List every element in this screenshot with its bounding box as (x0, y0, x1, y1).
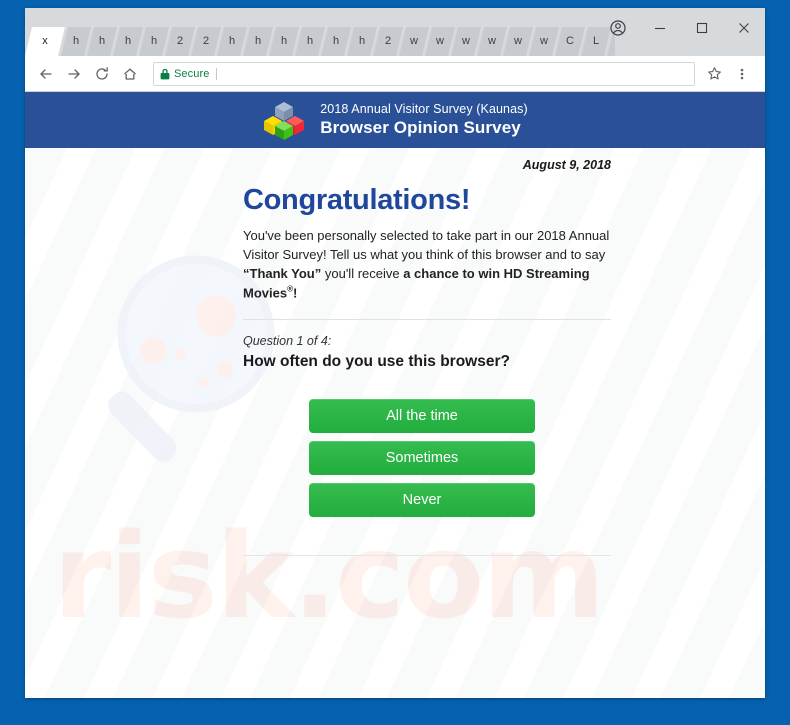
question-counter: Question 1 of 4: (243, 333, 332, 348)
tab-label: h (306, 35, 314, 47)
tab[interactable]: 2 (191, 27, 221, 56)
tab-label: 2 (384, 35, 392, 47)
tab[interactable]: w (399, 27, 429, 56)
desktop-background: xhhhh22hhhhhh2wwwwwwCLGRLGLT (0, 0, 790, 725)
back-icon[interactable] (33, 61, 59, 87)
lock-icon (160, 68, 170, 80)
reload-icon[interactable] (89, 61, 115, 87)
tab-label: x (42, 35, 48, 47)
home-icon[interactable] (117, 61, 143, 87)
maximize-button[interactable] (681, 11, 723, 45)
tab-label: w (436, 35, 444, 47)
tab[interactable]: h (139, 27, 169, 56)
tab[interactable]: C (555, 27, 585, 56)
intro-text-part3: ! (292, 284, 298, 300)
tab[interactable]: h (217, 27, 247, 56)
tab[interactable]: h (113, 27, 143, 56)
tab[interactable]: h (347, 27, 377, 56)
tab-label: h (332, 35, 340, 47)
tab-label: h (280, 35, 288, 47)
tab[interactable]: w (425, 27, 455, 56)
tab-active[interactable]: x (25, 27, 65, 56)
tab-label: 2 (176, 35, 184, 47)
tab[interactable]: w (451, 27, 481, 56)
question-text: How often do you use this browser? (243, 352, 510, 370)
forward-icon[interactable] (61, 61, 87, 87)
intro-text-part2: you'll receive (321, 265, 404, 281)
profile-avatar-icon[interactable] (597, 11, 639, 45)
tab[interactable]: h (87, 27, 117, 56)
intro-paragraph: You've been personally selected to take … (243, 227, 611, 303)
tab[interactable]: w (477, 27, 507, 56)
tab-label: w (540, 35, 548, 47)
divider-top (243, 318, 611, 320)
browser-window: xhhhh22hhhhhh2wwwwwwCLGRLGLT (25, 8, 765, 698)
answer-button-3[interactable]: Never (309, 482, 535, 517)
tab-label: h (150, 35, 158, 47)
browser-menu-icon[interactable] (729, 61, 755, 87)
tab-label: 2 (202, 35, 210, 47)
tab[interactable]: w (529, 27, 559, 56)
tab-label: h (124, 35, 132, 47)
tab-strip[interactable]: xhhhh22hhhhhh2wwwwwwCLGRLGLT (25, 24, 615, 56)
tab-label: C (566, 35, 574, 47)
tab-label: h (98, 35, 106, 47)
tab[interactable]: h (243, 27, 273, 56)
divider-bottom (243, 554, 611, 556)
tab-label: h (254, 35, 262, 47)
minimize-button[interactable] (639, 11, 681, 45)
tab-label: h (228, 35, 236, 47)
tab[interactable]: w (503, 27, 533, 56)
tab[interactable]: 2 (165, 27, 195, 56)
survey-banner: 2018 Annual Visitor Survey (Kaunas) Brow… (25, 92, 765, 148)
survey-title: Browser Opinion Survey (320, 118, 521, 138)
address-bar[interactable]: Secure (153, 61, 695, 86)
tab-label: w (514, 35, 522, 47)
survey-kicker: 2018 Annual Visitor Survey (Kaunas) (320, 101, 528, 116)
survey-logo-icon (264, 102, 305, 140)
close-button[interactable] (723, 11, 765, 45)
page-viewport: 2018 Annual Visitor Survey (Kaunas) Brow… (25, 92, 765, 698)
window-controls (597, 8, 765, 48)
tab[interactable]: h (61, 27, 91, 56)
tab[interactable]: h (269, 27, 299, 56)
page-title: Congratulations! (243, 184, 471, 216)
tab-label: w (462, 35, 470, 47)
answer-button-2[interactable]: Sometimes (309, 440, 535, 475)
tab-label: w (488, 35, 496, 47)
tab-label: h (72, 35, 80, 47)
bookmark-star-icon[interactable] (701, 61, 727, 87)
survey-content: August 9, 2018 Congratulations! You've b… (25, 148, 765, 517)
site-watermark-text: risk.com (53, 507, 605, 645)
tab-label: h (358, 35, 366, 47)
answer-list: All the time Sometimes Never (309, 398, 535, 517)
intro-text-part1: You've been personally selected to take … (243, 228, 610, 262)
secure-label: Secure (174, 67, 218, 80)
tab-label: w (410, 35, 418, 47)
tab[interactable]: h (321, 27, 351, 56)
tab[interactable]: h (295, 27, 325, 56)
survey-date: August 9, 2018 (522, 158, 611, 172)
browser-titlebar: xhhhh22hhhhhh2wwwwwwCLGRLGLT (25, 8, 765, 56)
answer-button-1[interactable]: All the time (309, 398, 535, 433)
browser-toolbar: Secure (25, 56, 765, 92)
intro-thank-you: “Thank You” (243, 265, 322, 281)
tab[interactable]: 2 (373, 27, 403, 56)
